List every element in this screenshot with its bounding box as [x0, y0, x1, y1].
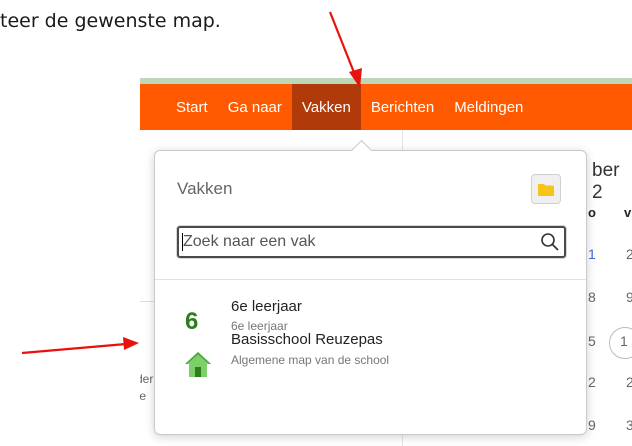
nav-item-ga-naar[interactable]: Ga naar — [218, 84, 292, 130]
calendar-day[interactable]: 2 — [626, 374, 632, 390]
calendar-day[interactable]: 3 — [626, 417, 632, 433]
calendar-day[interactable]: 9 — [588, 417, 596, 433]
search-icon[interactable] — [540, 232, 560, 252]
house-icon — [185, 352, 211, 377]
calendar-day-header: o — [588, 205, 596, 220]
calendar-day[interactable]: 2 — [626, 246, 632, 262]
search-field[interactable] — [177, 226, 566, 258]
nav-item-vakken[interactable]: Vakken — [291, 84, 361, 130]
main-navbar: Start Ga naar Vakken Berichten Meldingen — [140, 84, 632, 130]
nav-item-berichten[interactable]: Berichten — [361, 84, 444, 130]
nav-item-start[interactable]: Start — [140, 84, 218, 130]
list-item-title: Basisschool Reuzepas — [231, 331, 383, 348]
popup-title: Vakken — [177, 179, 233, 198]
calendar-month-fragment: ber 2 — [592, 160, 620, 203]
list-item-basisschool-reuzepas[interactable]: Basisschool Reuzepas Algemene map van de… — [155, 331, 586, 387]
calendar-day[interactable]: 8 — [588, 289, 596, 305]
calendar-day[interactable]: 5 — [588, 333, 596, 349]
folder-icon — [538, 183, 554, 196]
vakken-dropdown-panel: Vakken 6 6e leerjaar 6e leerjaar Basissc… — [154, 139, 587, 435]
search-input[interactable] — [179, 228, 533, 256]
calendar-day[interactable]: 1 — [588, 246, 596, 262]
folder-button[interactable] — [531, 174, 561, 204]
list-item-subtitle: Algemene map van de school — [231, 353, 390, 367]
calendar-day[interactable]: 2 — [588, 374, 596, 390]
background-text-fragment: te — [140, 389, 147, 403]
nav-item-meldingen[interactable]: Meldingen — [444, 84, 533, 130]
text-caret — [182, 233, 183, 251]
background-text-fragment: der — [140, 372, 154, 386]
calendar-day[interactable]: 1 — [620, 333, 628, 349]
popup-divider — [155, 279, 586, 280]
calendar-day[interactable]: 9 — [626, 289, 632, 305]
calendar-day-header: v — [624, 205, 632, 220]
instruction-text: teer de gewenste map. — [0, 10, 221, 32]
list-item-title: 6e leerjaar — [231, 298, 302, 315]
